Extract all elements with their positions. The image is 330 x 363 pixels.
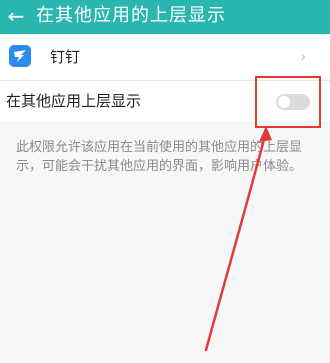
- annotation-highlight-box: [255, 76, 321, 128]
- dingtalk-icon: [9, 45, 31, 67]
- setting-label: 在其他应用上层显示: [6, 92, 142, 110]
- app-info-row[interactable]: 钉钉 ›: [0, 34, 330, 80]
- app-bar: ← 在其他应用的上层显示: [0, 0, 330, 34]
- chevron-right-icon: ›: [300, 47, 307, 66]
- permission-description: 此权限允许该应用在当前使用的其他应用的上层显示，可能会干扰其他应用的界面，影响用…: [16, 140, 303, 174]
- page-title: 在其他应用的上层显示: [36, 5, 226, 26]
- app-name: 钉钉: [50, 48, 81, 66]
- back-arrow-icon[interactable]: ←: [4, 2, 28, 30]
